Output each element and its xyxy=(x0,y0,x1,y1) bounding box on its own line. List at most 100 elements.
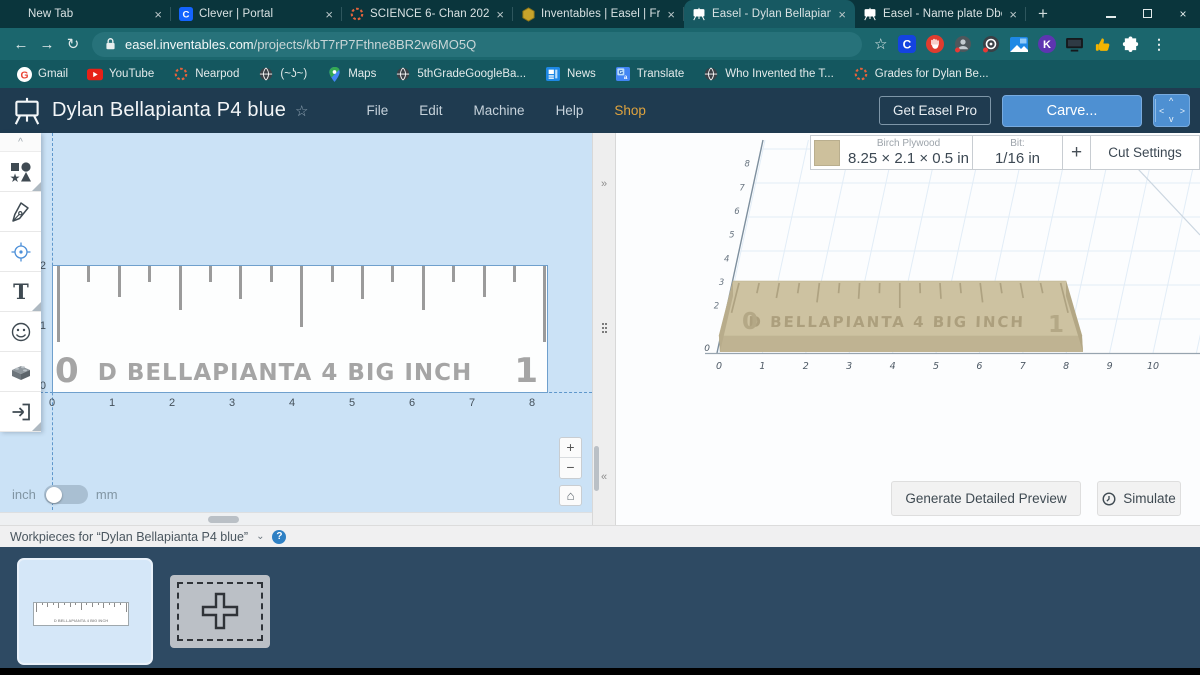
smiley-tool-button[interactable] xyxy=(0,312,41,352)
bookmark-item[interactable]: Ga Translate xyxy=(615,66,684,82)
new-tab-button[interactable]: + xyxy=(1038,0,1048,28)
target-icon[interactable] xyxy=(981,35,1000,54)
clever-icon[interactable]: C xyxy=(897,35,916,54)
drill-tool-button[interactable] xyxy=(0,232,41,272)
toolbar-collapse-button[interactable]: ^ xyxy=(0,133,41,152)
favorite-star-icon[interactable]: ☆ xyxy=(295,102,308,120)
bookmark-item[interactable]: Maps xyxy=(326,66,376,82)
pen-tool-button[interactable] xyxy=(0,192,41,232)
text-tool-button[interactable]: T xyxy=(0,272,41,312)
adblock-icon[interactable] xyxy=(925,35,944,54)
tab-close-icon[interactable]: × xyxy=(665,7,677,22)
close-button[interactable]: × xyxy=(1172,7,1194,21)
jog-left-icon[interactable]: < xyxy=(1159,107,1164,116)
browser-tab-active[interactable]: Easel - Dylan Bellapianta × xyxy=(684,0,855,28)
svg-text:5: 5 xyxy=(729,231,734,241)
menu-machine[interactable]: Machine xyxy=(474,103,525,118)
carve-button[interactable]: Carve... xyxy=(1002,94,1142,127)
bookmark-item[interactable]: Who Invented the T... xyxy=(703,66,834,82)
preview-3d-scene[interactable]: 234567800 1 2 3 4 5 6 7 8 9 10D BELLAPIANTA 4 BIG … xyxy=(616,133,1200,525)
app-header: Dylan Bellapianta P4 blue ☆ File Edit Mach… xyxy=(0,88,1200,133)
simulate-button[interactable]: Simulate xyxy=(1097,481,1181,516)
project-title[interactable]: Dylan Bellapianta P4 blue xyxy=(52,99,286,122)
jog-right-icon[interactable]: > xyxy=(1180,107,1185,116)
menu-edit[interactable]: Edit xyxy=(419,103,442,118)
jog-down-icon[interactable]: v xyxy=(1169,115,1174,124)
browser-tab[interactable]: SCIENCE 6- Chan 2020- × xyxy=(342,0,513,28)
jog-pad-button[interactable]: ^ v < > xyxy=(1153,94,1190,127)
tab-close-icon[interactable]: × xyxy=(494,7,506,22)
browser-tab[interactable]: New Tab × xyxy=(0,0,171,28)
thumb-icon[interactable] xyxy=(1093,35,1112,54)
address-toolbar: ← → ↻ easel.inventables.com/projects/kbT… xyxy=(0,28,1200,60)
thumbnail-tick-mark xyxy=(80,603,82,610)
workpiece-thumbnail-selected[interactable]: D BELLAPIANTA 4 BIG INCH xyxy=(17,558,153,665)
horizontal-scrollbar-thumb[interactable] xyxy=(208,516,239,523)
tab-title: SCIENCE 6- Chan 2020- xyxy=(370,8,490,20)
tab-close-icon[interactable]: × xyxy=(836,7,848,22)
browser-tab[interactable]: Inventables | Easel | Free × xyxy=(513,0,684,28)
bookmark-item[interactable]: Grades for Dylan Be... xyxy=(853,66,989,82)
workpieces-bar[interactable]: Workpieces for “Dylan Bellapianta P4 blu… xyxy=(0,525,1200,547)
workpieces-collapse-icon[interactable]: ⌄ xyxy=(256,531,264,542)
lock-icon xyxy=(106,38,115,50)
jog-up-icon[interactable]: ^ xyxy=(1169,97,1173,106)
generate-preview-button[interactable]: Generate Detailed Preview xyxy=(891,481,1081,516)
cast-icon[interactable] xyxy=(1065,35,1084,54)
design-number-left[interactable]: 0 xyxy=(55,351,79,391)
horizontal-scrollbar[interactable] xyxy=(0,512,592,525)
get-easel-pro-button[interactable]: Get Easel Pro xyxy=(878,96,991,125)
tab-close-icon[interactable]: × xyxy=(152,7,164,22)
collapse-left-icon[interactable]: « xyxy=(593,471,615,483)
design-canvas[interactable]: D BELLAPIANTA 4 BIG INCH 0 1 + − ⌂ inch … xyxy=(0,133,592,525)
zoom-in-button[interactable]: + xyxy=(560,438,581,458)
material-selector[interactable]: Birch Plywood 8.25 × 2.1 × 0.5 in xyxy=(811,136,973,169)
wallpaper-icon[interactable] xyxy=(1009,35,1028,54)
material-tool-button[interactable] xyxy=(0,352,41,392)
restore-button[interactable] xyxy=(1136,7,1158,21)
expand-right-icon[interactable]: » xyxy=(593,178,615,190)
bookmark-item[interactable]: YouTube xyxy=(87,66,154,82)
shapes-tool-button[interactable]: ★ xyxy=(0,152,41,192)
help-icon[interactable]: ? xyxy=(272,529,287,544)
workpiece-rectangle[interactable]: D BELLAPIANTA 4 BIG INCH 0 1 xyxy=(52,265,548,393)
forward-button[interactable]: → xyxy=(34,31,60,57)
url-omnibox[interactable]: easel.inventables.com/projects/kbT7rP7Ft… xyxy=(92,31,862,57)
menu-shop[interactable]: Shop xyxy=(614,103,646,118)
reload-button[interactable]: ↻ xyxy=(60,31,86,57)
design-text[interactable]: D BELLAPIANTA 4 BIG INCH xyxy=(53,360,517,386)
cut-settings-button[interactable]: Cut Settings xyxy=(1091,136,1199,169)
browser-tab[interactable]: Easel - Name plate Dbell × xyxy=(855,0,1026,28)
bit-selector[interactable]: Bit: 1/16 in xyxy=(973,136,1063,169)
easel-logo-icon[interactable] xyxy=(12,96,42,126)
divider-grip-icon[interactable] xyxy=(602,323,604,325)
bookmark-label: Nearpod xyxy=(195,68,240,80)
panel-divider[interactable]: » « xyxy=(592,133,616,525)
zoom-home-button[interactable]: ⌂ xyxy=(559,485,582,506)
menu-help[interactable]: Help xyxy=(556,103,584,118)
svg-text:3: 3 xyxy=(719,278,724,288)
add-workpiece-button[interactable] xyxy=(170,575,270,648)
bookmark-item[interactable]: G Gmail xyxy=(16,66,68,82)
bookmark-item[interactable]: News xyxy=(545,66,596,82)
unit-toggle-switch[interactable] xyxy=(43,485,88,504)
tab-close-icon[interactable]: × xyxy=(1007,7,1019,22)
add-bit-button[interactable]: + xyxy=(1063,136,1091,169)
vertical-scrollbar-thumb[interactable] xyxy=(594,446,599,491)
menu-file[interactable]: File xyxy=(367,103,389,118)
bookmark-item[interactable]: Nearpod xyxy=(173,66,239,82)
bookmark-item[interactable]: (~ʖ~) xyxy=(258,66,307,82)
design-number-right[interactable]: 1 xyxy=(514,351,538,391)
import-tool-button[interactable] xyxy=(0,392,41,432)
minimize-button[interactable] xyxy=(1100,7,1122,21)
browser-tab[interactable]: C Clever | Portal × xyxy=(171,0,342,28)
zoom-out-button[interactable]: − xyxy=(560,458,581,478)
menu-icon[interactable]: ⋮ xyxy=(1149,35,1168,54)
tab-close-icon[interactable]: × xyxy=(323,7,335,22)
bookmark-star-icon[interactable]: ☆ xyxy=(874,35,887,53)
back-button[interactable]: ← xyxy=(8,31,34,57)
puzzle-icon[interactable] xyxy=(1121,35,1140,54)
profile-icon[interactable] xyxy=(953,35,972,54)
kami-icon[interactable]: K xyxy=(1037,35,1056,54)
bookmark-item[interactable]: 5thGradeGoogleBa... xyxy=(395,66,526,82)
